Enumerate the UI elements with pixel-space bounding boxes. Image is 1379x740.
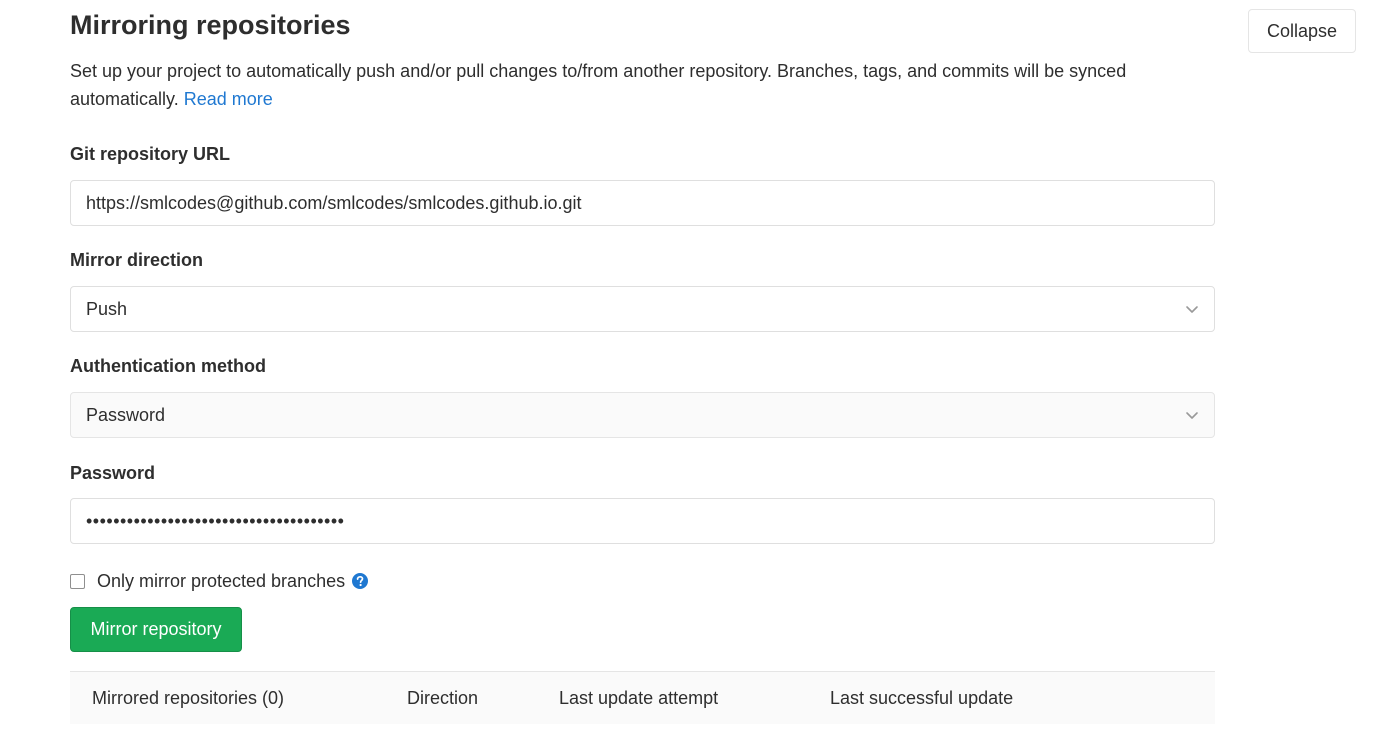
password-label: Password <box>70 463 156 483</box>
question-circle-icon[interactable] <box>351 572 369 590</box>
section-title: Mirroring repositories <box>70 10 351 40</box>
url-label: Git repository URL <box>70 144 231 164</box>
section-description: Set up your project to automatically pus… <box>70 57 1220 113</box>
mirror-repository-button[interactable]: Mirror repository <box>70 607 242 652</box>
mirroring-settings-section: Mirroring repositories Collapse Set up y… <box>0 0 1379 740</box>
password-input[interactable]: •••••••••••••••••••••••••••••••••••••• <box>70 498 1215 544</box>
protected-branches-label[interactable]: Only mirror protected branches <box>97 571 345 592</box>
password-masked-value: •••••••••••••••••••••••••••••••••••••• <box>86 510 345 531</box>
auth-method-select[interactable]: Password <box>70 392 1215 438</box>
repository-url-input[interactable]: https://smlcodes@github.com/smlcodes/sml… <box>70 180 1215 226</box>
read-more-link[interactable]: Read more <box>184 89 273 109</box>
column-header-last-attempt: Last update attempt <box>559 688 719 708</box>
repository-url-value: https://smlcodes@github.com/smlcodes/sml… <box>86 192 582 213</box>
chevron-down-icon <box>1184 407 1200 423</box>
protected-branches-option: Only mirror protected branches <box>70 568 369 594</box>
chevron-down-icon <box>1184 301 1200 317</box>
mirror-direction-select[interactable]: Push <box>70 286 1215 332</box>
column-header-repositories: Mirrored repositories (0) <box>92 688 285 708</box>
collapse-button[interactable]: Collapse <box>1248 9 1356 53</box>
column-header-last-success: Last successful update <box>830 688 1014 708</box>
auth-method-label: Authentication method <box>70 356 266 376</box>
auth-method-value: Password <box>86 404 166 425</box>
column-header-direction: Direction <box>407 688 479 708</box>
direction-label: Mirror direction <box>70 250 204 270</box>
mirrored-repositories-table-header: Mirrored repositories (0) Direction Last… <box>70 671 1215 724</box>
mirror-direction-value: Push <box>86 298 128 319</box>
protected-branches-checkbox[interactable] <box>70 573 85 589</box>
